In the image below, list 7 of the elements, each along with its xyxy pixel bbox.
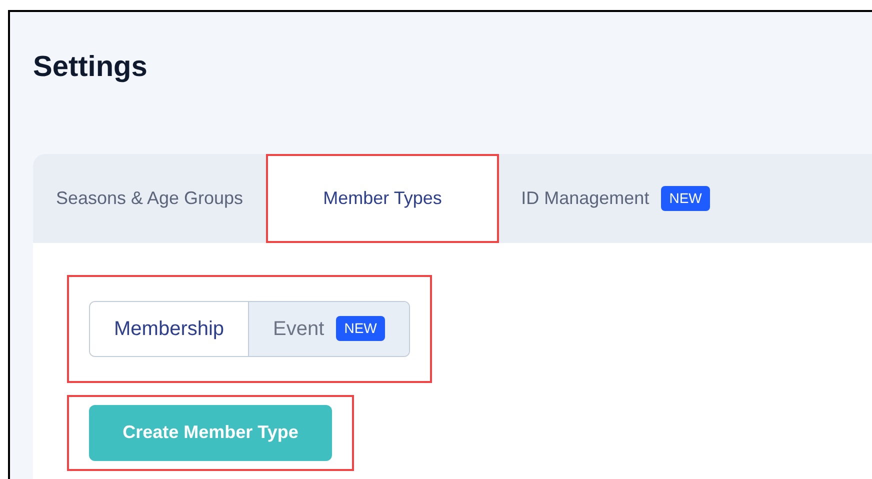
tab[interactable]: ID Management NEW [499, 154, 732, 242]
page-title: Settings [33, 50, 148, 85]
new-badge: NEW [336, 316, 385, 341]
new-badge: NEW [661, 186, 710, 210]
tab[interactable]: Seasons & Age Groups [33, 154, 266, 242]
tab[interactable]: Member Types [266, 154, 499, 242]
segment-option[interactable]: Event NEW [248, 302, 409, 356]
